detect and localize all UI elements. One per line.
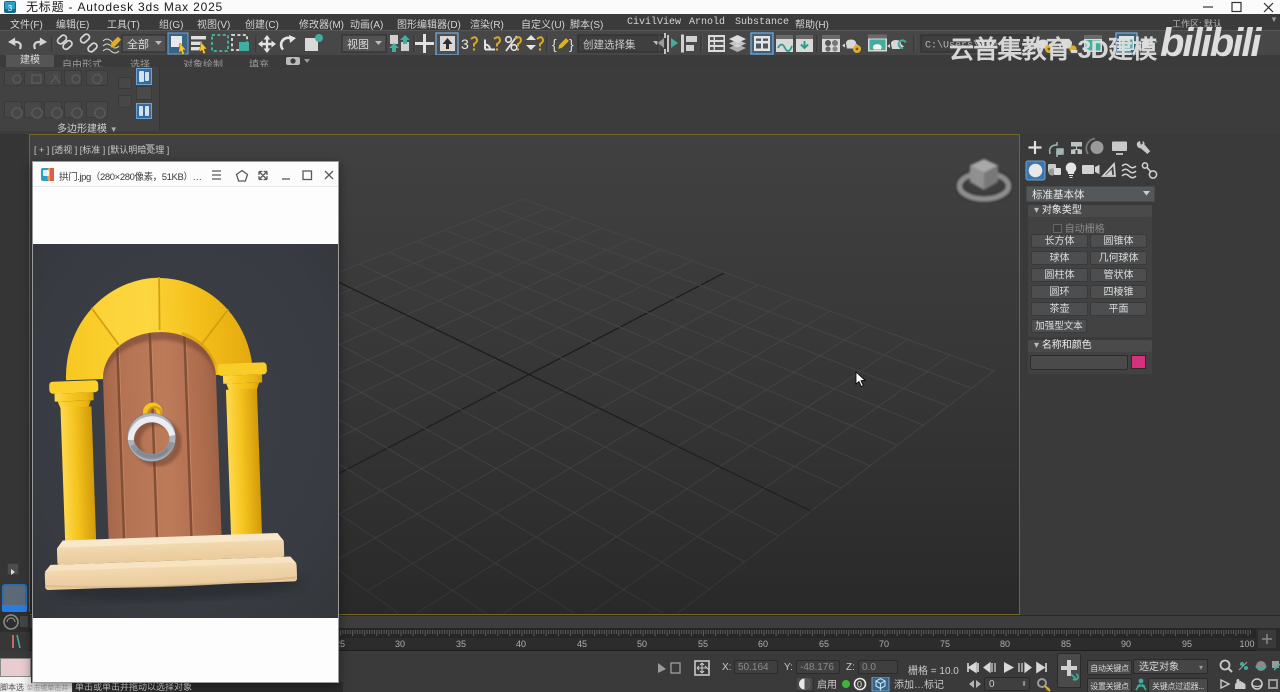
svg-text:70: 70 [879,639,889,649]
svg-text:35: 35 [456,639,466,649]
svg-text:标准基本体: 标准基本体 [1032,188,1085,201]
svg-text:3: 3 [8,4,13,13]
svg-text:75: 75 [940,639,950,649]
svg-text:80: 80 [1000,639,1010,649]
svg-text:55: 55 [698,639,708,649]
svg-text:100: 100 [1239,639,1254,649]
svg-text:40: 40 [516,639,526,649]
svg-text:3: 3 [461,36,469,52]
svg-text:添加…标记: 添加…标记 [894,678,944,691]
svg-text:启用: 启用 [817,678,837,691]
svg-text:60: 60 [758,639,768,649]
svg-text:{: { [552,36,557,52]
svg-text:30: 30 [395,639,405,649]
svg-text:}: } [569,36,574,52]
svg-text:全部: 全部 [127,37,149,51]
svg-text:65: 65 [819,639,829,649]
svg-text:视图: 视图 [347,37,369,51]
svg-text:95: 95 [1182,639,1192,649]
svg-text:50: 50 [637,639,647,649]
svg-text:创建选择集: 创建选择集 [583,38,636,51]
svg-text:85: 85 [1061,639,1071,649]
svg-text:90: 90 [1121,639,1131,649]
svg-text:45: 45 [577,639,587,649]
svg-text:0: 0 [857,680,862,690]
